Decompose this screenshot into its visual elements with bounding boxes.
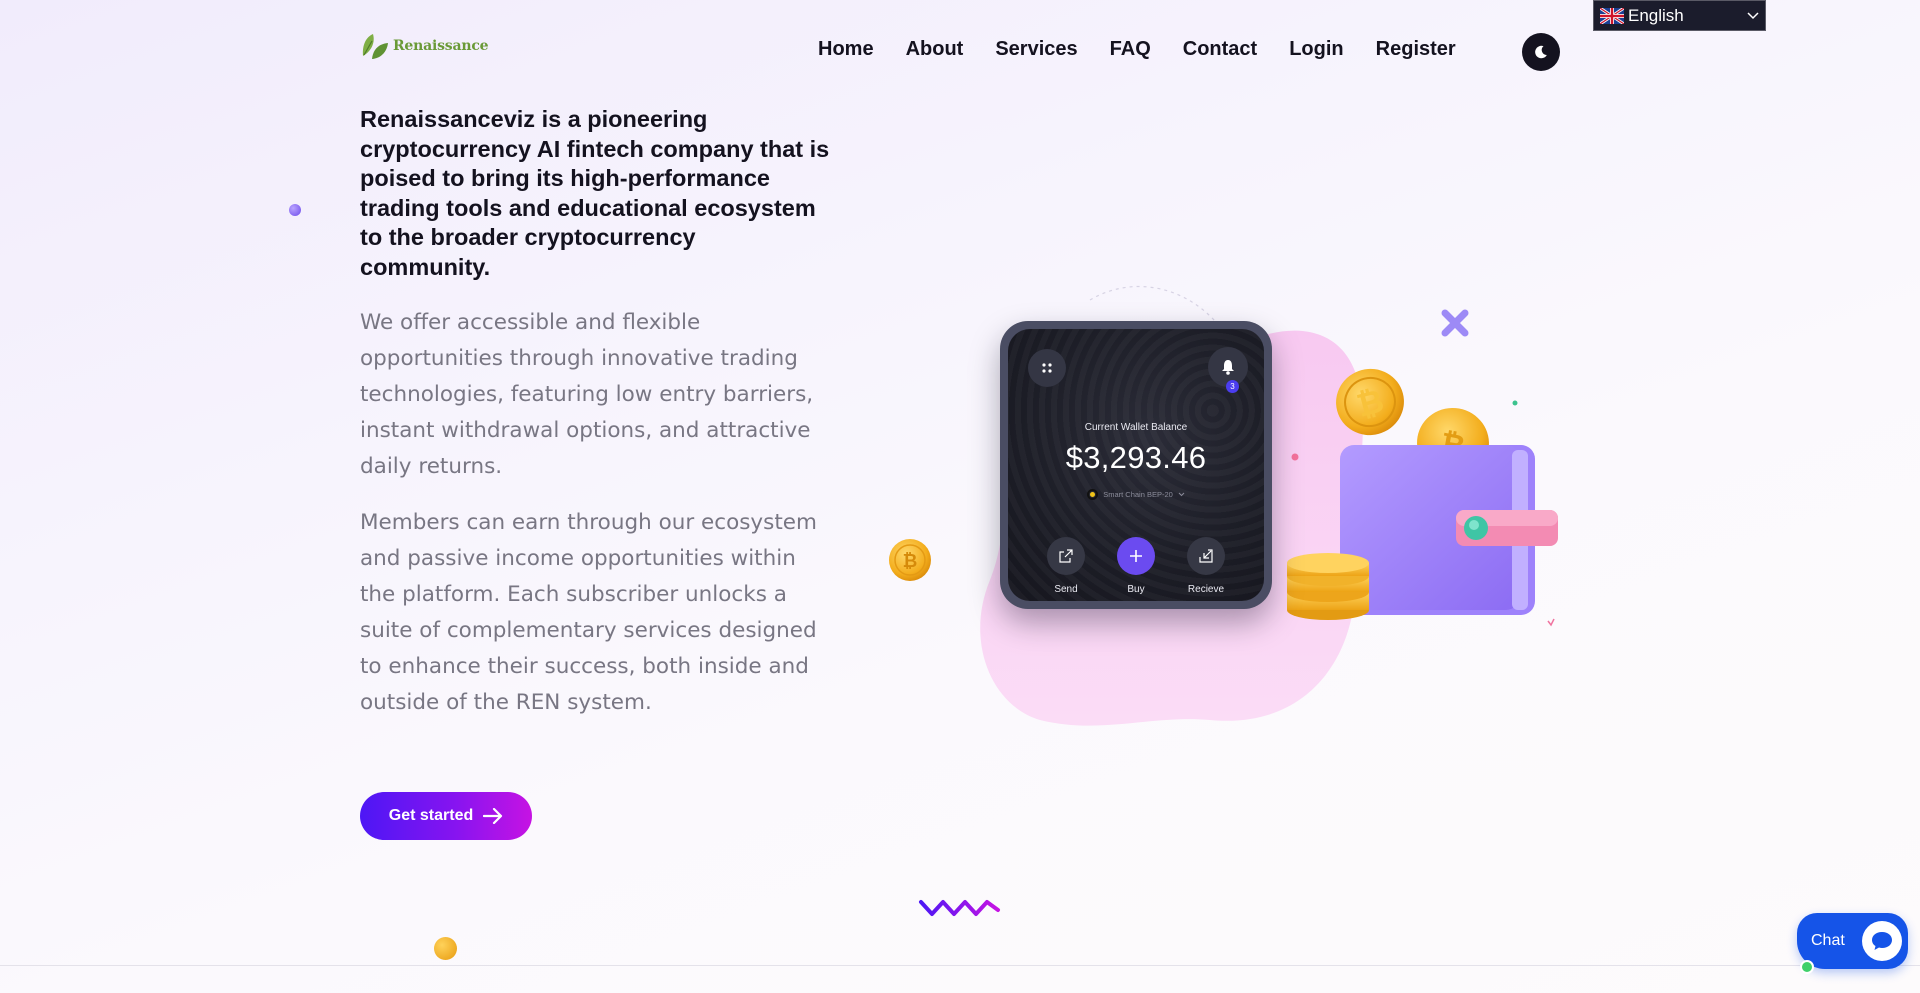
chat-label: Chat — [1811, 932, 1845, 949]
balance-value: $3,293.46 — [1065, 440, 1207, 475]
chevron-down-icon — [1178, 492, 1185, 497]
buy-button[interactable] — [1117, 537, 1155, 575]
hero-headline: Renaissanceviz is a pioneering cryptocur… — [360, 106, 830, 280]
moon-icon — [1535, 45, 1547, 59]
nav-register[interactable]: Register — [1376, 38, 1456, 61]
send-action[interactable]: Send — [1047, 537, 1085, 595]
receive-label: Recieve — [1187, 584, 1225, 595]
language-select[interactable]: English — [1593, 0, 1766, 31]
chain-label: Smart Chain BEP-20 — [1103, 490, 1173, 499]
buy-label: Buy — [1127, 584, 1145, 595]
decor-teal-dot — [1512, 400, 1518, 406]
chat-bubble-icon — [1862, 921, 1902, 961]
nav-services[interactable]: Services — [995, 38, 1077, 61]
send-button[interactable] — [1047, 537, 1085, 575]
chevron-down-icon — [1747, 11, 1759, 19]
brand-logo[interactable]: Renaissance — [360, 31, 489, 61]
svg-text:₿: ₿ — [903, 551, 918, 571]
wallet-actions: Send Buy Recieve — [1008, 537, 1264, 595]
arrow-right-icon — [483, 808, 503, 824]
phone-screen: 3 Current Wallet Balance $3,293.46 Smart… — [1008, 329, 1264, 601]
zigzag-divider — [919, 900, 1000, 916]
online-status-dot — [1800, 960, 1814, 974]
decor-pink-tick — [1547, 618, 1555, 627]
brand-name: Renaissance — [393, 38, 489, 54]
nav-contact[interactable]: Contact — [1183, 38, 1257, 61]
notification-badge: 3 — [1226, 380, 1239, 393]
phone-menu-button[interactable] — [1028, 349, 1066, 387]
leaf-logo-icon — [362, 34, 388, 59]
decor-orange-dot — [434, 937, 457, 960]
bell-icon — [1222, 360, 1234, 375]
buy-action[interactable]: Buy — [1117, 537, 1155, 595]
chain-selector[interactable]: Smart Chain BEP-20 — [1008, 489, 1264, 500]
hero-paragraph-2: Members can earn through our ecosystem a… — [360, 510, 817, 715]
grid-dots-icon — [1042, 363, 1052, 373]
bitcoin-coin-left: ₿ — [889, 539, 931, 581]
chat-widget-button[interactable]: Chat — [1797, 913, 1908, 974]
section-divider — [0, 965, 1920, 966]
language-label: English — [1628, 5, 1684, 25]
main-nav: Home About Services FAQ Contact Login Re… — [818, 38, 1456, 61]
decor-purple-dot — [289, 204, 301, 216]
purple-wallet — [1340, 445, 1558, 615]
phone-notifications-button[interactable]: 3 — [1208, 347, 1248, 393]
nav-home[interactable]: Home — [818, 38, 874, 61]
wallet-phone-card: 3 Current Wallet Balance $3,293.46 Smart… — [1000, 321, 1272, 609]
x-sparkle — [1441, 309, 1469, 337]
nav-about[interactable]: About — [906, 38, 964, 61]
receive-button[interactable] — [1187, 537, 1225, 575]
plus-icon — [1130, 550, 1142, 562]
get-started-button[interactable]: Get started — [360, 792, 532, 840]
send-arrow-icon — [1059, 549, 1073, 563]
bnb-chain-icon — [1087, 489, 1099, 500]
receive-arrow-icon — [1199, 549, 1213, 563]
hero-paragraph-1: We offer accessible and flexible opportu… — [360, 310, 814, 479]
get-started-label: Get started — [388, 807, 474, 824]
decor-pink-dot — [1291, 453, 1299, 461]
theme-toggle-button[interactable] — [1522, 33, 1560, 71]
uk-flag-icon — [1600, 7, 1624, 24]
balance-label: Current Wallet Balance — [1084, 422, 1188, 433]
receive-action[interactable]: Recieve — [1187, 537, 1225, 595]
nav-faq[interactable]: FAQ — [1110, 38, 1151, 61]
coin-stack — [1287, 553, 1369, 620]
nav-login[interactable]: Login — [1289, 38, 1343, 61]
send-label: Send — [1054, 584, 1078, 595]
